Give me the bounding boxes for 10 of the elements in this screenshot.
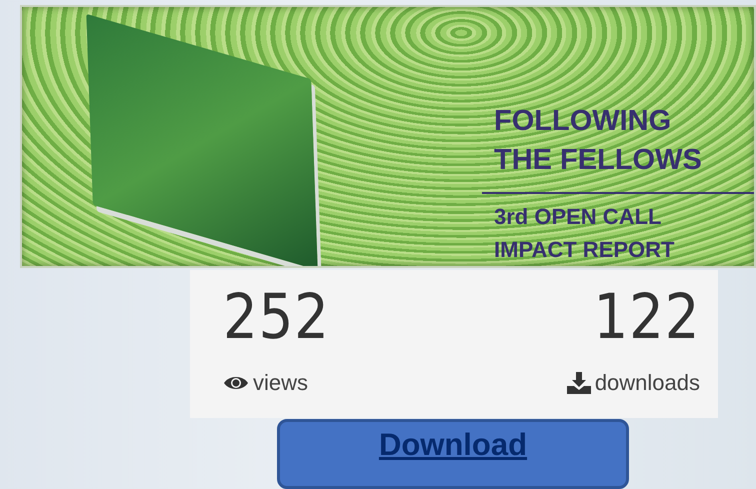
- stat-label: views: [253, 370, 308, 396]
- stat-label: downloads: [594, 370, 700, 396]
- banner-subtitle: IMPACT REPORT: [494, 236, 674, 264]
- banner-headline: THE FELLOWS: [494, 143, 702, 178]
- banner-subtitle: 3rd OPEN CALL: [494, 202, 662, 231]
- download-icon: [566, 372, 591, 394]
- banner-headline: FOLLOWING: [494, 104, 672, 139]
- download-button[interactable]: Download: [277, 419, 629, 489]
- stat-count: 122: [593, 282, 700, 352]
- stat-count: 252: [223, 282, 330, 352]
